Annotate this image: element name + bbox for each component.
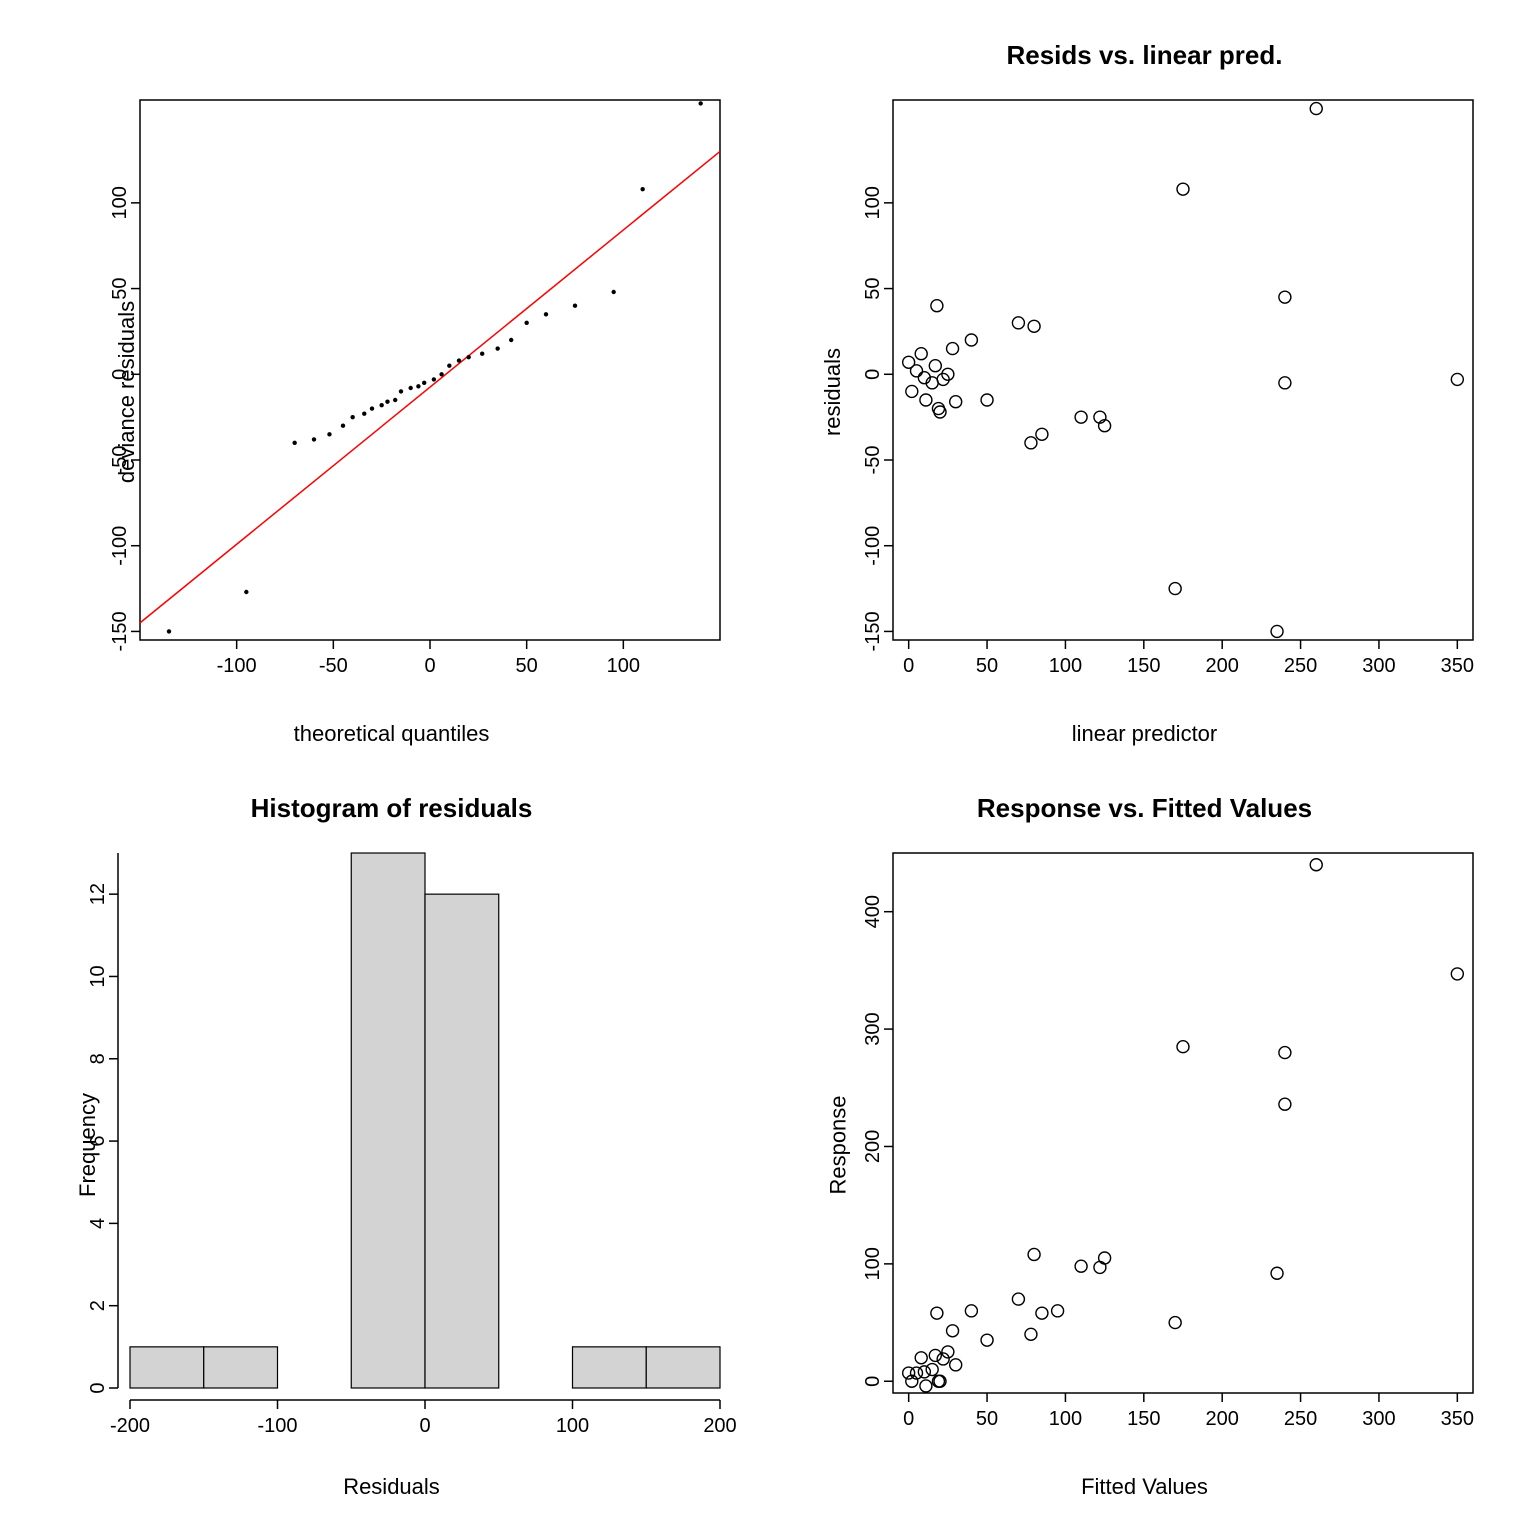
svg-text:-100: -100 (217, 655, 257, 677)
svg-text:0: 0 (109, 369, 131, 380)
svg-text:50: 50 (109, 277, 131, 299)
svg-text:200: 200 (1206, 1408, 1239, 1430)
svg-text:250: 250 (1284, 655, 1317, 677)
svg-text:-100: -100 (862, 526, 884, 566)
panel-qq: deviance residuals theoretical quantiles… (30, 30, 753, 753)
svg-text:50: 50 (976, 1408, 998, 1430)
svg-text:150: 150 (1127, 655, 1160, 677)
svg-text:0: 0 (424, 655, 435, 677)
svg-text:200: 200 (1206, 655, 1239, 677)
panel-hist: Histogram of residuals Frequency Residua… (30, 783, 753, 1506)
svg-text:50: 50 (976, 655, 998, 677)
diagnostics-grid: deviance residuals theoretical quantiles… (0, 0, 1536, 1536)
svg-text:-150: -150 (109, 611, 131, 651)
svg-text:0: 0 (862, 1376, 884, 1387)
svg-text:8: 8 (87, 1053, 109, 1064)
svg-text:250: 250 (1284, 1408, 1317, 1430)
svg-text:350: 350 (1441, 655, 1474, 677)
svg-text:6: 6 (87, 1136, 109, 1147)
svg-text:-50: -50 (862, 446, 884, 475)
svg-text:-50: -50 (109, 446, 131, 475)
svg-text:100: 100 (556, 1415, 589, 1437)
svg-text:300: 300 (1362, 655, 1395, 677)
svg-text:-150: -150 (862, 611, 884, 651)
svg-text:4: 4 (87, 1218, 109, 1229)
svg-text:300: 300 (1362, 1408, 1395, 1430)
svg-text:0: 0 (903, 655, 914, 677)
svg-text:100: 100 (1049, 655, 1082, 677)
svg-text:2: 2 (87, 1300, 109, 1311)
svg-text:100: 100 (109, 186, 131, 219)
svg-text:100: 100 (1049, 1408, 1082, 1430)
panel-resid-vs-pred: Resids vs. linear pred. residuals linear… (783, 30, 1506, 753)
svg-text:50: 50 (516, 655, 538, 677)
svg-text:350: 350 (1441, 1408, 1474, 1430)
svg-text:0: 0 (903, 1408, 914, 1430)
qq-plot: -100 -50 0 50 100 -150 -100 -50 0 50 100 (30, 30, 750, 730)
svg-text:200: 200 (862, 1130, 884, 1163)
svg-text:-100: -100 (109, 526, 131, 566)
svg-text:10: 10 (87, 965, 109, 987)
svg-text:100: 100 (862, 186, 884, 219)
svg-text:400: 400 (862, 895, 884, 928)
svg-text:0: 0 (419, 1415, 430, 1437)
panel-resp-vs-fit: Response vs. Fitted Values Response Fitt… (783, 783, 1506, 1506)
svg-text:50: 50 (862, 277, 884, 299)
histogram-plot: -200 -100 0 100 200 0 2 4 6 8 10 12 (30, 783, 750, 1483)
svg-text:300: 300 (862, 1012, 884, 1045)
svg-text:0: 0 (87, 1382, 109, 1393)
svg-text:200: 200 (703, 1415, 736, 1437)
svg-text:-200: -200 (110, 1415, 150, 1437)
svg-text:100: 100 (607, 655, 640, 677)
svg-text:-50: -50 (319, 655, 348, 677)
response-vs-fitted-plot: 0 50 100 150 200 250 300 350 0 100 200 300 400 (783, 783, 1503, 1483)
resids-vs-pred-plot: 0 50 100 150 200 250 300 350 -150 -100 -50 0 50 100 (783, 30, 1503, 730)
svg-text:100: 100 (862, 1247, 884, 1280)
svg-text:0: 0 (862, 369, 884, 380)
svg-text:-100: -100 (257, 1415, 297, 1437)
svg-text:12: 12 (87, 883, 109, 905)
svg-text:150: 150 (1127, 1408, 1160, 1430)
